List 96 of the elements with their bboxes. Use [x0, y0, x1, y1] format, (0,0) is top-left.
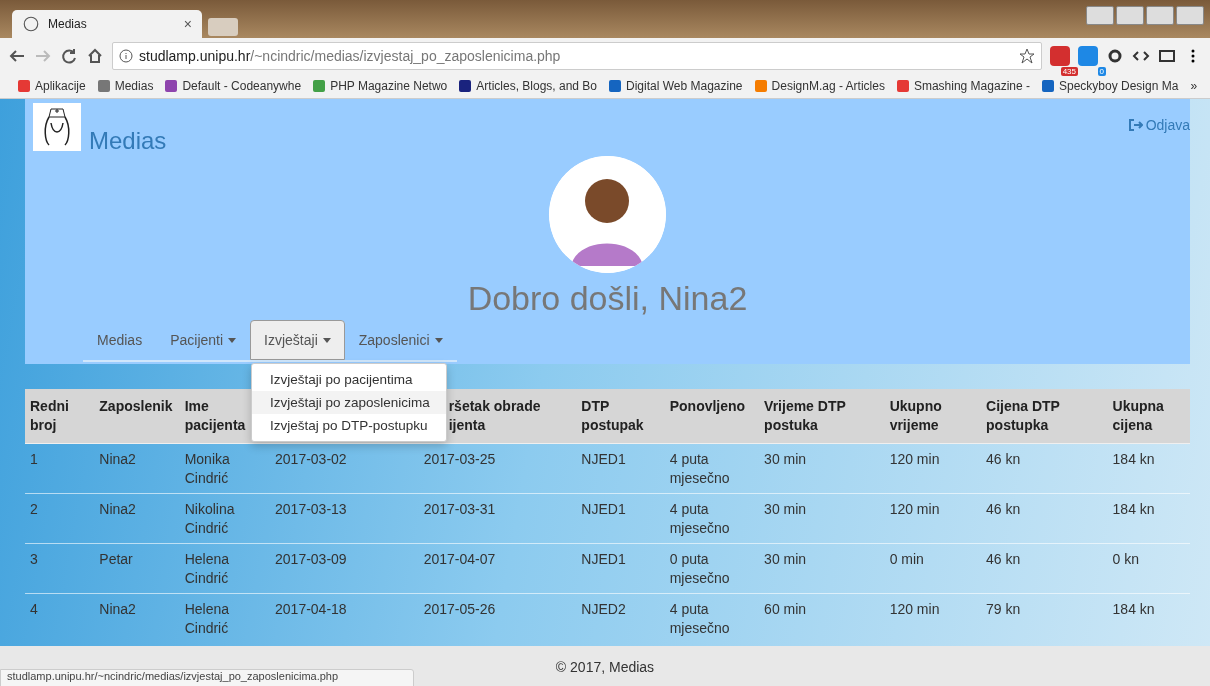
table-cell: 120 min [889, 451, 940, 467]
status-bar: studlamp.unipu.hr/~ncindric/medias/izvjestaj_po_zaposlenicima.php [0, 669, 414, 686]
table-cell: 30 min [764, 551, 807, 567]
table-cell: Nina2 [99, 601, 136, 617]
nav-tab[interactable]: Medias [83, 320, 157, 360]
table-cell: 4 puta mjesečno [669, 601, 730, 636]
table-cell: 0 kn [1112, 551, 1140, 567]
bookmark-icon [165, 80, 178, 92]
bookmark-item[interactable]: Aplikacije [35, 79, 86, 93]
table-cell: Petar [99, 551, 133, 567]
table-cell: 46 kn [986, 501, 1021, 517]
table-cell: 2017-03-13 [275, 501, 347, 517]
table-cell: 1 [30, 451, 38, 467]
bookmark-icon [18, 80, 30, 92]
column-header: Cijena DTP postupka [981, 389, 1108, 444]
home-icon[interactable] [86, 47, 104, 65]
column-header: Ukupna cijena [1107, 389, 1190, 444]
table-cell: 0 min [889, 551, 924, 567]
bookmark-item[interactable]: Articles, Blogs, and Bo [476, 79, 598, 93]
table-cell: 184 kn [1112, 501, 1155, 517]
close-button[interactable] [1176, 6, 1204, 25]
table-cell: 2017-03-02 [275, 451, 347, 467]
nav-tab[interactable]: Zaposlenici [344, 320, 457, 360]
table-cell: 120 min [889, 501, 940, 517]
star-icon[interactable] [1019, 48, 1035, 64]
column-header: Ukupno vrijeme [884, 389, 982, 444]
table-cell: 4 puta mjesečno [669, 451, 730, 486]
table-cell: Nikolina Cindrić [184, 501, 235, 536]
table-cell: 184 kn [1112, 601, 1155, 617]
more-bookmarks-button[interactable]: » [1190, 79, 1198, 93]
table-cell: NJED1 [581, 501, 626, 517]
bookmark-item[interactable]: Smashing Magazine - [913, 79, 1030, 93]
table-cell: NJED2 [581, 601, 626, 617]
table-cell: 60 min [764, 601, 807, 617]
close-tab-button[interactable]: × [183, 16, 192, 32]
logout-icon [1128, 119, 1143, 131]
column-header: DTP postupak [576, 389, 665, 444]
nav-tab[interactable]: Pacijenti [156, 320, 251, 360]
table-cell: 2017-03-31 [423, 501, 496, 517]
table-cell: 3 [30, 551, 38, 567]
info-icon [119, 49, 133, 63]
bookmark-icon [896, 80, 909, 92]
bookmark-icon [754, 80, 767, 92]
bookmark-item[interactable]: PHP Magazine Netwo [330, 79, 448, 93]
table-cell: 2017-05-26 [423, 601, 496, 617]
bookmark-icon [313, 80, 326, 92]
minimize-button[interactable] [1116, 6, 1144, 25]
column-header: Ponovljeno [664, 389, 760, 444]
table-cell: 184 kn [1112, 451, 1155, 467]
extension-badge: 435 [1060, 67, 1078, 76]
bookmark-item[interactable]: Digital Web Magazine [626, 79, 743, 93]
bookmark-item[interactable]: Medias [114, 79, 154, 93]
extension-icon[interactable] [1050, 46, 1070, 66]
maximize-button[interactable] [1146, 6, 1174, 25]
bookmark-item[interactable]: Default - Codeanywhe [182, 79, 302, 93]
url-text: studlamp.unipu.hr/~ncindric/medias/izvjestaj_po_zaposlenicima.php [139, 48, 561, 64]
table-cell: 79 kn [986, 601, 1021, 617]
address-bar[interactable]: studlamp.unipu.hr/~ncindric/medias/izvjestaj_po_zaposlenicima.php [112, 42, 1042, 70]
table-cell: Helena Cindrić [184, 601, 230, 636]
table-cell: 30 min [764, 451, 807, 467]
table-cell: 2017-03-09 [275, 551, 347, 567]
bookmark-item[interactable]: DesignM.ag - Articles [771, 79, 885, 93]
reload-icon[interactable] [60, 47, 78, 65]
bookmark-icon [459, 80, 472, 92]
welcome-heading: Dobro došli, Nina2 [467, 279, 748, 318]
table-cell: 46 kn [986, 551, 1021, 567]
table-cell: 2 [30, 501, 38, 517]
column-header: Redni broj [25, 389, 95, 444]
table-cell: NJED1 [581, 551, 626, 567]
table-cell: 2017-04-18 [275, 601, 347, 617]
extension-badge: 0 [1097, 67, 1106, 76]
footer-text: © 2017, Medias [555, 658, 655, 675]
table-cell: NJED1 [581, 451, 626, 467]
table-cell: Helena Cindrić [184, 551, 230, 586]
table-cell: 4 puta mjesečno [669, 501, 730, 536]
column-header: Zaposlenik [94, 389, 180, 444]
table-cell: 4 [30, 601, 38, 617]
bookmark-icon [1042, 80, 1054, 92]
bookmark-item[interactable]: Speckyboy Design Ma [1059, 79, 1179, 93]
menu-item[interactable]: Izvještaji po pacijentima [252, 368, 446, 391]
browser-tab[interactable]: Medias × [12, 10, 202, 38]
user-button[interactable] [1086, 6, 1114, 25]
bookmark-icon [609, 80, 622, 92]
menu-item[interactable]: Izvještaji po zaposlenicima [252, 391, 446, 414]
column-header: Vrijeme DTP postuka [759, 389, 885, 444]
table-cell: 0 puta mjesečno [669, 551, 730, 586]
table-cell: Nina2 [99, 451, 136, 467]
table-cell: Nina2 [99, 501, 136, 517]
bookmark-icon [97, 80, 110, 92]
table-cell: 2017-04-07 [423, 551, 496, 567]
table-cell: 30 min [764, 501, 807, 517]
table-cell: 120 min [889, 601, 940, 617]
table-cell: 2017-03-25 [423, 451, 496, 467]
nav-tab[interactable]: Izvještaji [250, 320, 345, 360]
table-cell: 46 kn [986, 451, 1021, 467]
table-cell: Monika Cindrić [184, 451, 230, 486]
